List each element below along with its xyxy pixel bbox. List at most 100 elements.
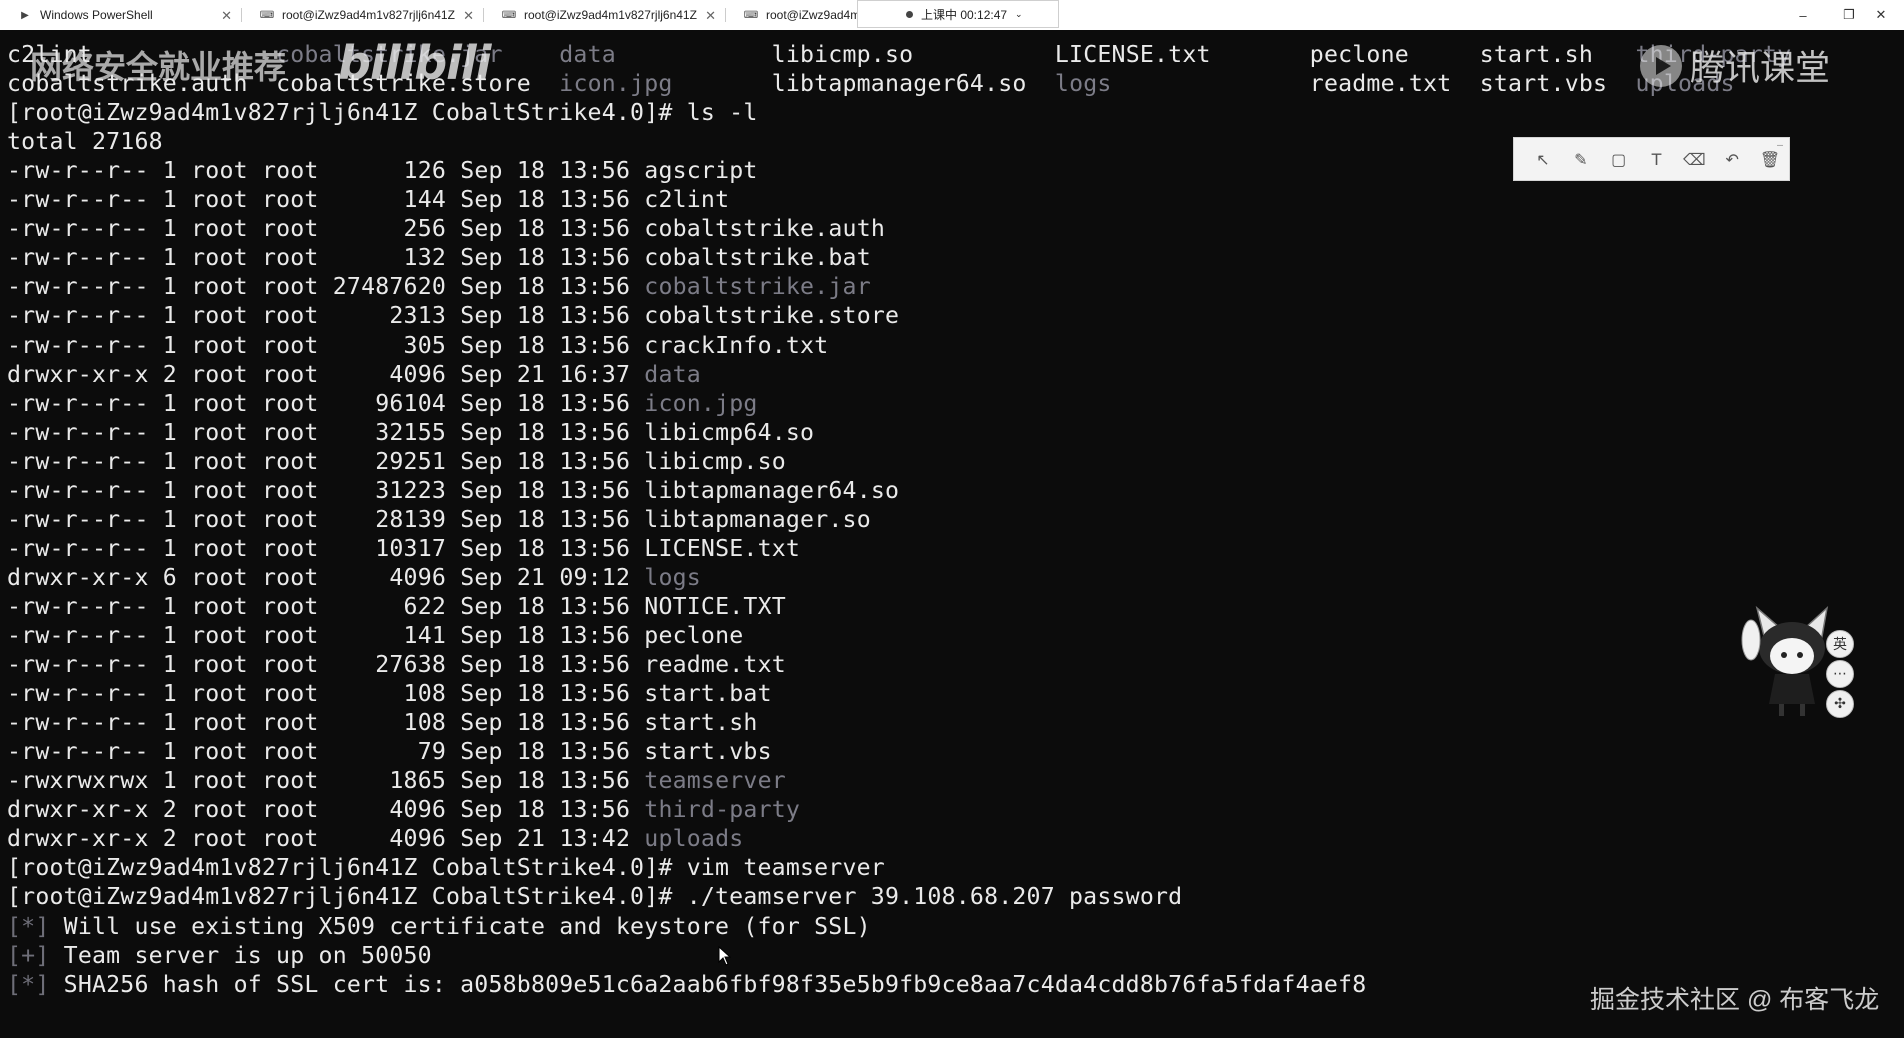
pen-icon[interactable]: ✎ [1562,144,1600,174]
link-count: 1 [162,244,177,272]
ls-entry: -rw-r--r-- 1 root root 32155 Sep 18 13:5… [7,418,814,447]
tab-ssh-2[interactable]: ⌨ root@iZwz9ad4m1v827rjlj6n41Z ✕ [484,0,726,30]
modified-date: Sep 18 13:56 [460,389,631,417]
file-size: 4096 [332,563,447,591]
owner: root [191,418,248,446]
modified-date: Sep 18 13:56 [460,244,631,272]
owner: root [191,476,248,504]
file-name: logs [1054,70,1112,98]
tab-ssh-3[interactable]: ⌨ root@iZwz9ad4m [726,0,858,30]
tab-label: root@iZwz9ad4m [766,8,858,22]
delete-icon[interactable]: 🗑 [1751,144,1789,174]
modified-date: Sep 18 13:56 [460,273,631,301]
undo-icon[interactable]: ↶ [1713,144,1751,174]
modified-date: Sep 18 13:56 [460,534,631,562]
file-name: LICENSE.txt [1054,41,1211,68]
tab-powershell[interactable]: ▶ Windows PowerShell ✕ [0,0,242,30]
pointer-icon[interactable]: ↖ [1524,144,1562,174]
terminal-output[interactable]: c2lint cobaltstrike.jar data libicmp.so … [0,30,1904,1038]
owner: root [191,709,248,737]
group: root [261,476,319,504]
file-size: 256 [332,215,447,243]
link-count: 1 [162,709,177,737]
owner: root [191,796,248,824]
permissions: -rw-r--r-- [7,418,149,446]
file-size: 10317 [332,534,447,562]
close-window-button[interactable]: ✕ [1858,0,1904,30]
file-name: cobaltstrike.jar [644,273,871,301]
ls-entry: -rw-r--r-- 1 root root 10317 Sep 18 13:5… [7,534,800,563]
modified-date: Sep 21 13:42 [460,825,631,853]
permissions: drwxr-xr-x [7,825,149,853]
butterfly-icon[interactable]: ✣ [1826,690,1854,718]
owner: root [191,157,248,185]
group: root [261,651,319,679]
command-line: [root@iZwz9ad4m1v827rjlj6n41Z CobaltStri… [7,882,1182,911]
minimize-button[interactable]: – [1780,0,1826,30]
ls-entry: -rw-r--r-- 1 root root 141 Sep 18 13:56 … [7,621,743,650]
ls-entry: drwxr-xr-x 2 root root 4096 Sep 21 13:42… [7,824,743,853]
tab-ssh-1[interactable]: ⌨ root@iZwz9ad4m1v827rjlj6n41Z ✕ [242,0,484,30]
file-size: 32155 [332,418,447,446]
dots-icon[interactable]: ⋯ [1826,660,1854,688]
close-icon[interactable]: ✕ [705,8,716,24]
owner: root [191,680,248,708]
file-size: 132 [332,244,447,272]
text-icon[interactable]: T [1638,144,1676,174]
modified-date: Sep 18 13:56 [460,796,631,824]
group: root [261,738,319,766]
owner: root [191,825,248,853]
file-name: libicmp.so [771,41,914,68]
status-tag: [+] [7,941,50,969]
close-icon[interactable]: ✕ [463,8,474,24]
ls-entry: -rw-r--r-- 1 root root 79 Sep 18 13:56 s… [7,737,772,766]
powershell-icon: ▶ [21,9,29,21]
eraser-icon[interactable]: ⌫ [1675,144,1713,174]
file-name: c2lint [644,186,730,214]
command-line: [root@iZwz9ad4m1v827rjlj6n41Z CobaltStri… [7,98,758,127]
permissions: -rw-r--r-- [7,592,149,620]
watermark-text: 网络安全就业推荐 [30,49,287,85]
modified-date: Sep 18 13:56 [460,215,631,243]
close-icon[interactable]: ✕ [221,8,232,24]
minimize-toolbar-icon[interactable]: – [1777,140,1783,151]
ls-entry: -rw-r--r-- 1 root root 256 Sep 18 13:56 … [7,214,885,243]
ls-entry: -rw-r--r-- 1 root root 27487620 Sep 18 1… [7,272,871,301]
ls-entry: -rw-r--r-- 1 root root 108 Sep 18 13:56 … [7,679,772,708]
modified-date: Sep 18 13:56 [460,767,631,795]
file-name: crackInfo.txt [644,331,829,359]
permissions: drwxr-xr-x [7,796,149,824]
group: root [261,157,319,185]
permissions: -rw-r--r-- [7,680,149,708]
terminal-icon: ⌨ [501,9,517,21]
link-count: 1 [162,592,177,620]
chevron-down-icon[interactable]: ⌄ [1015,9,1023,20]
ls-entry: -rw-r--r-- 1 root root 28139 Sep 18 13:5… [7,505,871,534]
file-name: uploads [644,825,744,853]
file-name: data [559,41,616,68]
permissions: -rw-r--r-- [7,215,149,243]
command-text: vim teamserver [686,854,885,882]
terminal-icon: ⌨ [259,9,275,21]
recording-status[interactable]: 上课中 00:12:47 ⌄ [857,0,1059,28]
modified-date: Sep 18 13:56 [460,709,631,737]
group: root [261,505,319,533]
link-count: 1 [162,476,177,504]
owner: root [191,302,248,330]
language-icon[interactable]: 英 [1826,630,1854,658]
permissions: -rw-r--r-- [7,331,149,359]
link-count: 1 [162,186,177,214]
group: root [261,273,319,301]
tencent-logo-text: 腾讯课堂 [1690,49,1831,88]
owner: root [191,592,248,620]
command-line: [root@iZwz9ad4m1v827rjlj6n41Z CobaltStri… [7,853,885,882]
rectangle-icon[interactable]: ▢ [1600,144,1638,174]
server-output-line: [+] Team server is up on 50050 [7,941,432,970]
owner: root [191,563,248,591]
file-name: libicmp64.so [644,418,815,446]
group: root [261,244,319,272]
modified-date: Sep 18 13:56 [460,157,631,185]
modified-date: Sep 18 13:56 [460,476,631,504]
ls-entry: -rw-r--r-- 1 root root 31223 Sep 18 13:5… [7,476,899,505]
file-name: agscript [644,157,758,185]
